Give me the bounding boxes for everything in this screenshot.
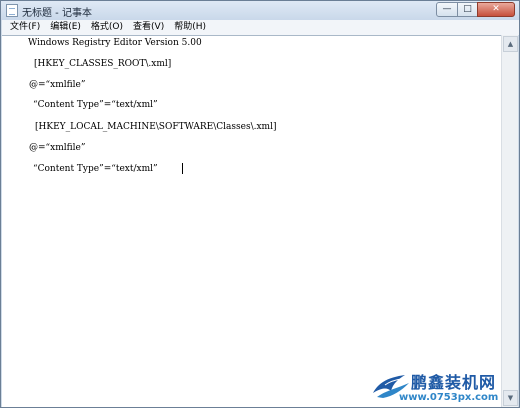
text-caret [182, 163, 183, 174]
text-line-4: “Content Type”=“text/xml” [33, 100, 158, 110]
text-line-2: [HKEY_CLASSES_ROOT\.xml] [34, 59, 172, 69]
text-editor-area[interactable]: Windows Registry Editor Version 5.00 [HK… [2, 35, 502, 407]
minimize-button[interactable]: — [436, 2, 458, 17]
scroll-up-arrow-icon[interactable]: ▲ [503, 36, 518, 52]
watermark-title: 鹏鑫装机网 [411, 373, 497, 392]
menu-file[interactable]: 文件(F) [5, 20, 45, 35]
close-button[interactable]: ✕ [477, 2, 515, 17]
window-title: 无标题 - 记事本 [22, 8, 92, 19]
text-line-7: “Content Type”=“text/xml” [33, 164, 158, 174]
text-line-1: Windows Registry Editor Version 5.00 [28, 38, 202, 48]
title-bar[interactable]: 无标题 - 记事本 — □ ✕ [1, 1, 519, 20]
notepad-window: 无标题 - 记事本 — □ ✕ 文件(F) 编辑(E) 格式(O) 查看(V) … [0, 0, 520, 408]
text-line-5: [HKEY_LOCAL_MACHINE\SOFTWARE\Classes\.xm… [35, 122, 277, 132]
menu-help[interactable]: 帮助(H) [169, 20, 211, 35]
menu-format[interactable]: 格式(O) [86, 20, 128, 35]
text-line-6: @=“xmlfile” [29, 143, 86, 153]
window-controls: — □ ✕ [436, 2, 515, 17]
menu-edit[interactable]: 编辑(E) [45, 20, 86, 35]
editor-content: Windows Registry Editor Version 5.00 [HK… [2, 36, 502, 407]
maximize-button[interactable]: □ [457, 2, 478, 17]
menu-bar: 文件(F) 编辑(E) 格式(O) 查看(V) 帮助(H) [2, 20, 519, 35]
vertical-scrollbar[interactable]: ▲ ▼ [501, 35, 518, 407]
notepad-icon[interactable] [6, 4, 18, 17]
watermark-url: www.0753px.com [399, 392, 499, 403]
text-line-3: @=“xmlfile” [29, 80, 86, 90]
menu-view[interactable]: 查看(V) [128, 20, 169, 35]
watermark: 鹏鑫装机网 www.0753px.com [363, 367, 519, 407]
